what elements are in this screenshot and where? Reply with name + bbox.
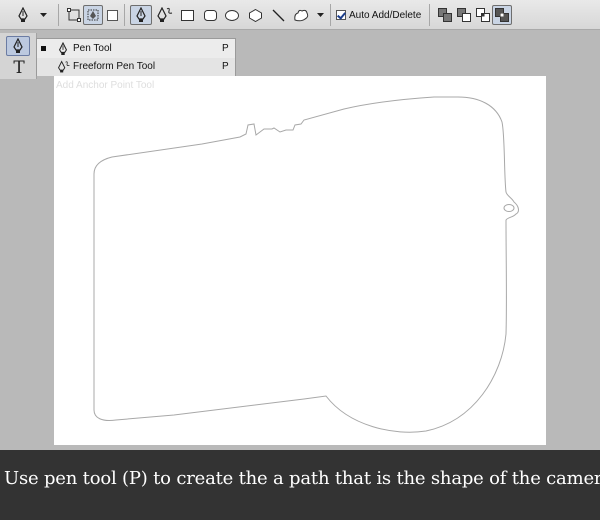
pen-tool-icon xyxy=(57,41,69,59)
auto-add-delete-checkbox[interactable] xyxy=(336,10,346,20)
rectangle-icon[interactable] xyxy=(178,5,196,25)
paths-mode-icon[interactable] xyxy=(83,5,103,25)
chevron-down-icon[interactable] xyxy=(315,5,325,25)
flyout-item-pen-tool[interactable]: Pen Tool P xyxy=(37,40,235,58)
pen-tool-icon[interactable] xyxy=(130,5,152,25)
selected-bullet-icon xyxy=(41,46,46,51)
pen-tool-button[interactable] xyxy=(6,36,30,56)
intersect-path-icon[interactable] xyxy=(474,5,492,25)
pen-tool-preset-icon[interactable] xyxy=(12,5,34,25)
polygon-icon[interactable] xyxy=(246,5,264,25)
flyout-item-shortcut: P xyxy=(222,43,229,54)
pen-tool-flyout-menu: Pen Tool P Freeform Pen Tool P xyxy=(36,38,236,76)
rounded-rectangle-icon[interactable] xyxy=(201,5,219,25)
auto-add-delete-label: Auto Add/Delete xyxy=(349,9,422,21)
divider xyxy=(124,4,125,26)
camera-outline-path xyxy=(93,96,519,433)
flyout-item-label: Freeform Pen Tool xyxy=(73,61,156,72)
flyout-item-label: Pen Tool xyxy=(73,43,112,54)
freeform-pen-icon[interactable] xyxy=(155,5,175,25)
custom-shape-icon[interactable] xyxy=(291,5,311,25)
freeform-pen-icon xyxy=(57,60,71,77)
flyout-ghost-item: Add Anchor Point Tool xyxy=(56,80,155,91)
exclude-overlap-icon[interactable] xyxy=(492,5,512,25)
shape-layers-icon[interactable] xyxy=(65,5,83,25)
options-bar: Auto Add/Delete xyxy=(0,0,600,30)
subtract-from-path-icon[interactable] xyxy=(455,5,473,25)
flyout-item-shortcut: P xyxy=(222,61,229,72)
fill-pixels-icon[interactable] xyxy=(104,5,120,25)
divider xyxy=(330,4,331,26)
flyout-item-freeform-pen-tool[interactable]: Freeform Pen Tool P xyxy=(37,58,235,76)
tutorial-caption: Use pen tool (P) to create the a path th… xyxy=(4,468,600,489)
add-to-path-icon[interactable] xyxy=(436,5,454,25)
type-tool-icon[interactable]: T xyxy=(9,58,29,78)
chevron-down-icon[interactable] xyxy=(38,5,48,25)
auto-add-delete-option[interactable]: Auto Add/Delete xyxy=(336,8,421,22)
caption-bar: Use pen tool (P) to create the a path th… xyxy=(0,450,600,520)
divider xyxy=(429,4,430,26)
divider xyxy=(58,4,59,26)
tools-panel: T xyxy=(0,33,37,79)
ellipse-icon[interactable] xyxy=(223,5,241,25)
line-icon[interactable] xyxy=(269,5,287,25)
document-canvas[interactable] xyxy=(54,76,546,445)
